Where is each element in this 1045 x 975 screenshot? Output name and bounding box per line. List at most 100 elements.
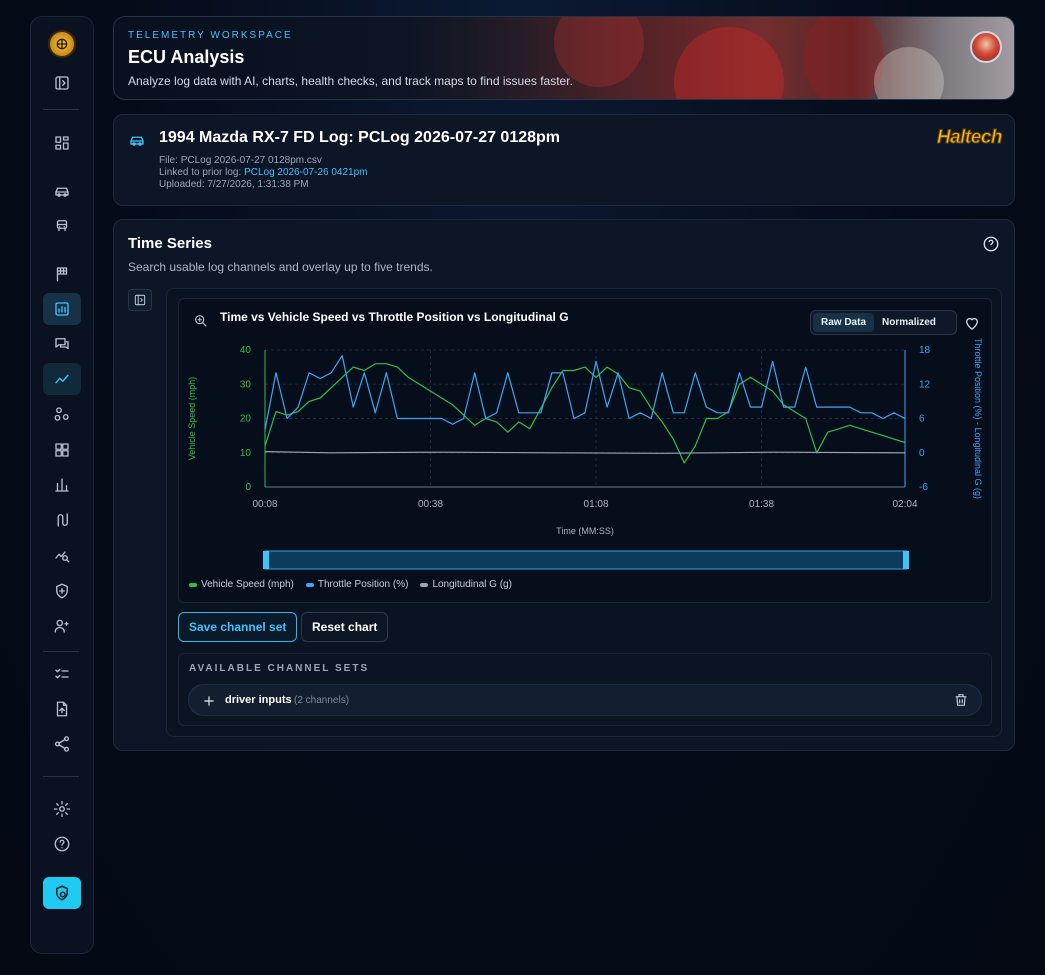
logo-icon[interactable] <box>48 30 76 58</box>
shield-icon[interactable] <box>43 575 81 607</box>
vehicle-front-icon[interactable] <box>43 210 81 242</box>
log-uploaded-value: 7/27/2026, 1:31:38 PM <box>207 179 309 190</box>
user-settings-icon[interactable] <box>43 610 81 642</box>
panel-title: Time Series <box>128 235 212 252</box>
x-tick-label: 01:38 <box>749 499 774 510</box>
log-linked: Linked to prior log: PCLog 2026-07-26 04… <box>159 167 368 178</box>
avatar[interactable] <box>970 31 1002 63</box>
log-uploaded-label: Uploaded: <box>159 179 205 190</box>
legend-item[interactable]: Longitudinal G (g) <box>420 579 512 590</box>
channel-sets-heading: AVAILABLE CHANNEL SETS <box>189 663 370 674</box>
x-tick-label: 00:08 <box>252 499 277 510</box>
grid-icon[interactable] <box>43 434 81 466</box>
channel-set-name: driver inputs <box>225 694 292 706</box>
y-axis-title-left: Vehicle Speed (mph) <box>187 377 197 461</box>
legend-item[interactable]: Throttle Position (%) <box>305 579 408 590</box>
y-tick-label-left: 30 <box>240 379 252 390</box>
range-slider-handle-left[interactable] <box>263 551 269 569</box>
bar-chart-icon[interactable] <box>43 469 81 501</box>
chart-legend: Vehicle Speed (mph) Throttle Position (%… <box>189 579 512 590</box>
data-mode-toggle: Raw Data Normalized <box>810 310 957 335</box>
legend-item[interactable]: Vehicle Speed (mph) <box>189 579 294 590</box>
race-flag-icon[interactable] <box>43 258 81 290</box>
file-upload-icon[interactable] <box>43 693 81 725</box>
y-tick-label-right: -6 <box>919 482 928 493</box>
reset-chart-button[interactable]: Reset chart <box>301 612 389 642</box>
car-icon[interactable] <box>43 176 81 208</box>
help-icon[interactable] <box>43 828 81 860</box>
checklist-icon[interactable] <box>43 658 81 690</box>
ecu-brand-logo: Haltech <box>936 127 1003 149</box>
favorite-heart-icon[interactable] <box>963 314 981 332</box>
chart-title: Time vs Vehicle Speed vs Throttle Positi… <box>220 310 569 324</box>
channel-sets: AVAILABLE CHANNEL SETS driver inputs (2 … <box>178 653 992 726</box>
legend-label: Vehicle Speed (mph) <box>201 579 294 590</box>
range-slider-handle-right[interactable] <box>903 551 909 569</box>
chart-search-icon[interactable] <box>43 539 81 571</box>
log-title: 1994 Mazda RX-7 FD Log: PCLog 2026-07-27… <box>159 129 561 146</box>
banner-decor <box>804 17 884 99</box>
y-tick-label-right: 12 <box>919 379 931 390</box>
x-axis-title: Time (MM:SS) <box>556 526 614 536</box>
plus-icon[interactable] <box>202 693 216 707</box>
x-tick-label: 01:08 <box>584 499 609 510</box>
log-file: File: PCLog 2026-07-27 0128pm.csv <box>159 155 322 166</box>
chat-icon[interactable] <box>43 328 81 360</box>
header-banner: TELEMETRY WORKSPACE ECU Analysis Analyze… <box>113 16 1015 100</box>
x-tick-label: 02:04 <box>892 499 917 510</box>
nodes-icon[interactable] <box>43 398 81 430</box>
series-line-3[interactable] <box>264 451 906 454</box>
channel-set-count: (2 channels) <box>294 695 350 706</box>
log-file-value: PCLog 2026-07-27 0128pm.csv <box>180 155 322 166</box>
y-tick-label-left: 0 <box>245 482 251 493</box>
sidebar-divider <box>43 651 79 652</box>
route-icon[interactable] <box>43 504 81 536</box>
legend-label: Longitudinal G (g) <box>432 579 512 590</box>
log-file-label: File: <box>159 155 178 166</box>
chart-workspace: 40 30 20 10 0 18 12 6 0 -6 00:08 00:38 01:08 01:38 02:… <box>166 288 1002 737</box>
x-tick-label: 00:38 <box>418 499 443 510</box>
y-tick-label-left: 10 <box>240 448 252 459</box>
channel-panel-toggle-icon[interactable] <box>128 289 152 311</box>
page-subtitle: Analyze log data with AI, charts, health… <box>128 74 573 88</box>
gear-icon[interactable] <box>43 793 81 825</box>
header-kicker: TELEMETRY WORKSPACE <box>128 30 293 41</box>
share-icon[interactable] <box>43 728 81 760</box>
y-tick-label-right: 6 <box>919 414 925 425</box>
sidebar-divider <box>43 776 79 777</box>
log-uploaded: Uploaded: 7/27/2026, 1:31:38 PM <box>159 179 309 190</box>
y-axis-title-right: Throttle Position (%) - Longitudinal G (… <box>973 338 983 499</box>
log-linked-label: Linked to prior log: <box>159 167 242 178</box>
linked-log-link[interactable]: PCLog 2026-07-26 0421pm <box>244 167 367 178</box>
trend-icon[interactable] <box>43 363 81 395</box>
sidebar <box>30 16 94 954</box>
raw-data-button[interactable]: Raw Data <box>813 313 875 332</box>
zoom-icon[interactable] <box>193 313 209 329</box>
trash-icon[interactable] <box>953 692 969 708</box>
chart-card: 40 30 20 10 0 18 12 6 0 -6 00:08 00:38 01:08 01:38 02:… <box>178 298 992 603</box>
sidebar-toggle-icon[interactable] <box>43 67 81 99</box>
banner-decor <box>874 47 944 99</box>
y-tick-label-right: 0 <box>919 448 925 459</box>
dashboard-icon[interactable] <box>43 127 81 159</box>
channel-set-item[interactable]: driver inputs (2 channels) <box>188 684 982 716</box>
legend-swatch <box>305 582 314 587</box>
ecu-analysis-icon[interactable] <box>43 293 81 325</box>
y-tick-label-left: 40 <box>240 345 252 356</box>
car-icon <box>128 132 146 150</box>
normalized-button[interactable]: Normalized <box>874 313 944 332</box>
help-icon[interactable] <box>982 235 1000 253</box>
panel-subtitle: Search usable log channels and overlay u… <box>128 260 433 274</box>
y-tick-label-right: 18 <box>919 345 931 356</box>
page-title: ECU Analysis <box>128 47 245 67</box>
legend-swatch <box>420 582 429 587</box>
y-tick-label-left: 20 <box>240 414 252 425</box>
range-slider-track[interactable] <box>264 550 908 570</box>
sidebar-divider <box>43 109 79 110</box>
time-series-panel: Time Series Search usable log channels a… <box>113 219 1015 751</box>
legend-swatch <box>189 582 197 587</box>
save-channel-set-button[interactable]: Save channel set <box>178 612 298 642</box>
log-card: 1994 Mazda RX-7 FD Log: PCLog 2026-07-27… <box>113 114 1015 206</box>
secure-cta-icon[interactable] <box>43 877 81 909</box>
time-series-chart[interactable]: 40 30 20 10 0 18 12 6 0 -6 00:08 00:38 01:08 01:38 02:… <box>179 299 993 604</box>
